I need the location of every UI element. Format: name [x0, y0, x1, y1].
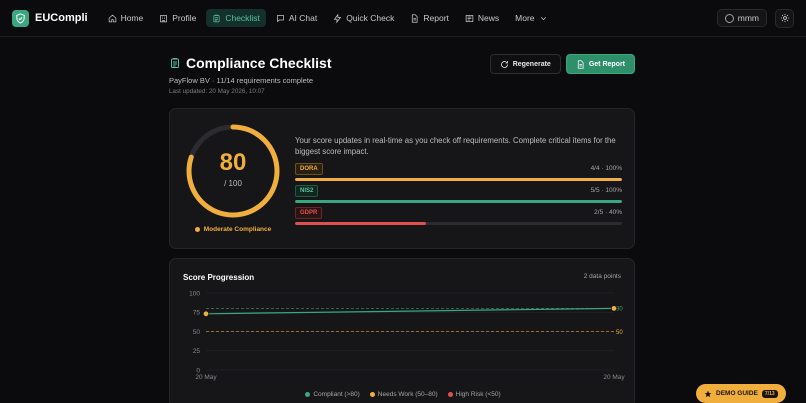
score-status-label: Moderate Compliance [203, 226, 272, 233]
main-nav: Home Profile Checklist AI Chat Quick Che… [102, 9, 554, 27]
series-line [205, 307, 615, 315]
document-icon [577, 59, 584, 69]
building-icon [160, 14, 168, 22]
legend-item: Needs Work (50–80) [369, 391, 438, 398]
framework-row-nis2: NIS2 5/5 · 100% [295, 184, 622, 203]
chevron-down-icon [540, 16, 546, 20]
framework-progress-fill [295, 178, 622, 181]
nav-item-report[interactable]: Report [404, 9, 455, 27]
data-point [610, 305, 618, 312]
framework-progress-track [295, 178, 622, 181]
clipboard-icon [171, 58, 179, 68]
brand-name: EUCompli [35, 12, 88, 24]
demo-guide-button[interactable]: DEMO GUIDE 7/13 [696, 384, 786, 403]
get-report-button[interactable]: Get Report [565, 54, 635, 74]
data-point [202, 310, 210, 317]
nav-item-label: Home [120, 13, 144, 23]
demo-guide-label: DEMO GUIDE [716, 390, 758, 397]
chart-legend: Compliant (>80) Needs Work (50–80) High … [170, 391, 636, 398]
shield-logo-icon [12, 9, 29, 27]
demo-guide-count: 7/13 [761, 389, 778, 398]
framework-tag: NIS2 [295, 184, 319, 197]
user-name: mmm [737, 13, 759, 23]
document-icon [412, 13, 418, 23]
user-avatar-icon [724, 13, 734, 23]
y-tick-label: 25 [193, 348, 201, 355]
framework-stats: 5/5 · 100% [590, 187, 622, 194]
page-subtitle: PayFlow BV · 11/14 requirements complete [169, 76, 314, 85]
nav-item-news[interactable]: News [459, 9, 505, 27]
nav-item-label: AI Chat [288, 13, 318, 23]
framework-stats: 2/5 · 40% [594, 209, 622, 216]
header-actions: Regenerate Get Report [489, 54, 635, 74]
user-menu-button[interactable]: mmm [716, 9, 767, 27]
framework-progress-fill [295, 222, 426, 225]
framework-progress-track [295, 222, 622, 225]
status-dot [194, 227, 200, 232]
nav-item-profile[interactable]: Profile [153, 9, 202, 27]
y-tick-label: 100 [189, 290, 200, 297]
regenerate-button[interactable]: Regenerate [489, 54, 561, 74]
legend-item: Compliant (>80) [305, 391, 360, 398]
nav-item-home[interactable]: Home [102, 9, 150, 27]
nav-item-ai-chat[interactable]: AI Chat [270, 9, 323, 27]
x-tick-label: 20 May [603, 374, 625, 381]
nav-item-quick-check[interactable]: Quick Check [327, 9, 400, 27]
nav-item-checklist[interactable]: Checklist [206, 9, 266, 27]
score-progression-card: Score Progression 2 data points 0 25 50 75 1… [169, 258, 635, 403]
legend-label: Compliant (>80) [313, 391, 360, 398]
nav-item-more[interactable]: More [509, 9, 553, 27]
nav-right: mmm [716, 8, 794, 28]
brand[interactable]: EUCompli [12, 9, 88, 27]
legend-dot [305, 392, 311, 397]
nav-item-label: Report [423, 13, 449, 23]
legend-dot [369, 392, 375, 397]
framework-row-gdpr: GDPR 2/5 · 40% [295, 206, 622, 225]
score-progression-chart: 0255075100805020 May 20 May [189, 290, 625, 381]
regenerate-label: Regenerate [512, 60, 551, 68]
score-denominator: / 100 [224, 179, 242, 188]
framework-tag: GDPR [295, 206, 323, 219]
settings-button[interactable] [775, 8, 794, 28]
reference-line-label: 50 [616, 330, 623, 336]
legend-item: High Risk (<50) [447, 391, 501, 398]
last-updated: Last updated: 20 May 2026, 10:07 [169, 88, 265, 95]
score-value: 80 [219, 149, 247, 176]
top-navbar: EUCompli Home Profile Checklist AI Chat … [0, 0, 806, 37]
home-icon [108, 14, 116, 22]
nav-item-label: Checklist [225, 13, 260, 23]
framework-progress-fill [295, 200, 622, 203]
nav-item-label: Profile [172, 13, 197, 23]
score-status: Moderate Compliance [185, 226, 281, 233]
clipboard-icon [213, 14, 220, 22]
newspaper-icon [465, 14, 474, 22]
framework-tag: DORA [295, 162, 323, 175]
nav-item-label: Quick Check [346, 13, 395, 23]
nav-item-label: News [477, 13, 500, 23]
framework-progress-track [295, 200, 622, 203]
framework-stats: 4/4 · 100% [590, 165, 622, 172]
page-header: Compliance Checklist PayFlow BV · 11/14 … [169, 54, 635, 95]
chat-icon [276, 14, 284, 22]
y-tick-label: 75 [193, 310, 201, 317]
gear-icon [780, 13, 789, 23]
score-description: Your score updates in real-time as you c… [295, 136, 616, 156]
y-tick-label: 50 [193, 329, 201, 336]
get-report-label: Get Report [588, 60, 625, 68]
lightning-icon [333, 13, 342, 23]
x-tick-label: 20 May [195, 374, 217, 381]
score-card: 80 / 100 Moderate Compliance Your score … [169, 108, 635, 249]
refresh-icon [500, 60, 508, 68]
reference-line-label: 80 [616, 307, 623, 313]
legend-label: Needs Work (50–80) [377, 391, 438, 398]
page-title: Compliance Checklist [186, 55, 332, 71]
framework-row-dora: DORA 4/4 · 100% [295, 162, 622, 181]
legend-label: High Risk (<50) [455, 391, 501, 398]
star-icon [704, 390, 712, 397]
nav-item-label: More [515, 13, 535, 23]
legend-dot [447, 392, 453, 397]
